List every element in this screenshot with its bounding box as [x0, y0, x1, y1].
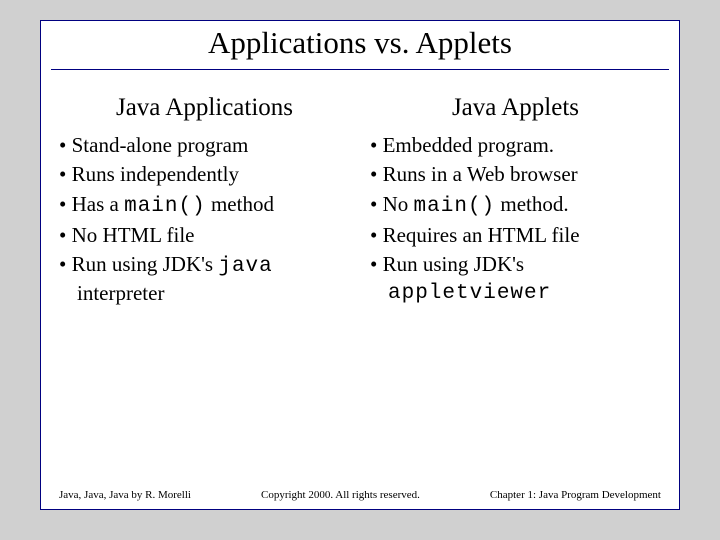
footer-center: Copyright 2000. All rights reserved. [261, 489, 420, 501]
list-item: Embedded program. [370, 132, 661, 159]
list-item: Requires an HTML file [370, 222, 661, 249]
list-item: Runs in a Web browser [370, 161, 661, 188]
right-list: Embedded program.Runs in a Web browser No… [370, 132, 661, 308]
right-heading: Java Applets [370, 94, 661, 122]
list-item: No HTML file [59, 222, 350, 249]
columns: Java Applications Stand-alone programRun… [41, 70, 679, 310]
slide: Applications vs. Applets Java Applicatio… [40, 20, 680, 510]
list-item: Run using JDK's java interpreter [59, 251, 350, 308]
left-list: Stand-alone programRuns independently Has… [59, 132, 350, 308]
list-item: Run using JDK's appletviewer [370, 251, 661, 308]
list-item: Runs independently [59, 161, 350, 188]
list-item: Stand-alone program [59, 132, 350, 159]
right-column: Java Applets Embedded program.Runs in a … [370, 94, 661, 310]
slide-title: Applications vs. Applets [51, 25, 669, 61]
list-item: No main() method. [370, 191, 661, 220]
left-column: Java Applications Stand-alone programRun… [59, 94, 350, 310]
footer-right: Chapter 1: Java Program Development [490, 489, 661, 501]
title-box: Applications vs. Applets [51, 21, 669, 70]
footer-left: Java, Java, Java by R. Morelli [59, 489, 191, 501]
list-item: Has a main() method [59, 191, 350, 220]
footer: Java, Java, Java by R. Morelli Copyright… [59, 489, 661, 501]
left-heading: Java Applications [59, 94, 350, 122]
